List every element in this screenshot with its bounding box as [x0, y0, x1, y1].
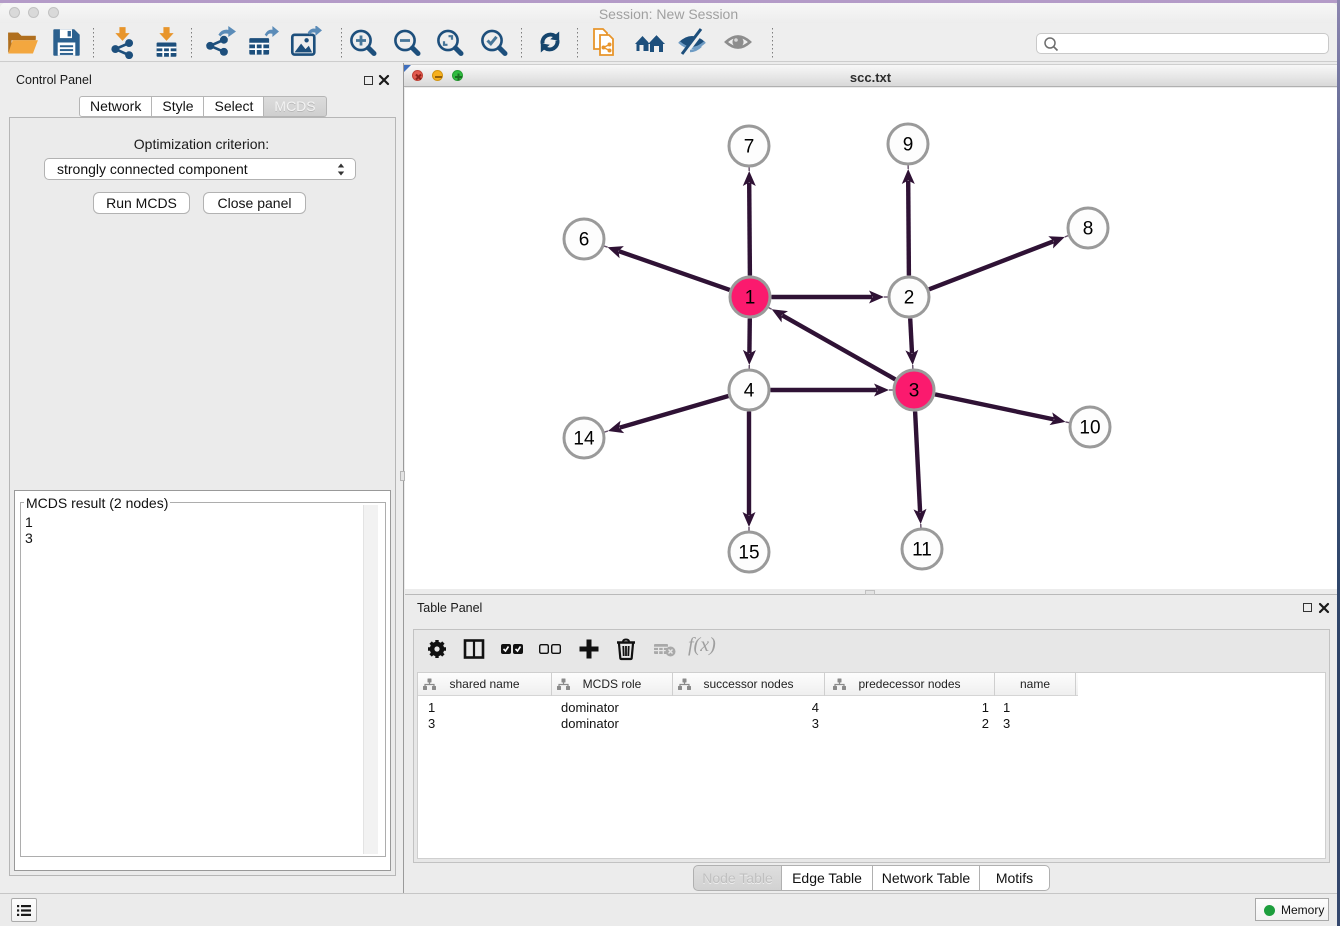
svg-text:10: 10 — [1079, 418, 1100, 439]
svg-text:15: 15 — [738, 543, 759, 564]
svg-text:11: 11 — [912, 540, 932, 561]
svg-text:6: 6 — [579, 230, 590, 251]
svg-text:2: 2 — [904, 288, 915, 309]
svg-text:7: 7 — [744, 137, 755, 158]
svg-text:4: 4 — [744, 381, 755, 402]
svg-text:14: 14 — [573, 429, 595, 450]
svg-text:1: 1 — [745, 288, 756, 309]
svg-text:3: 3 — [909, 381, 920, 402]
svg-text:9: 9 — [903, 135, 914, 156]
svg-text:8: 8 — [1083, 219, 1094, 240]
